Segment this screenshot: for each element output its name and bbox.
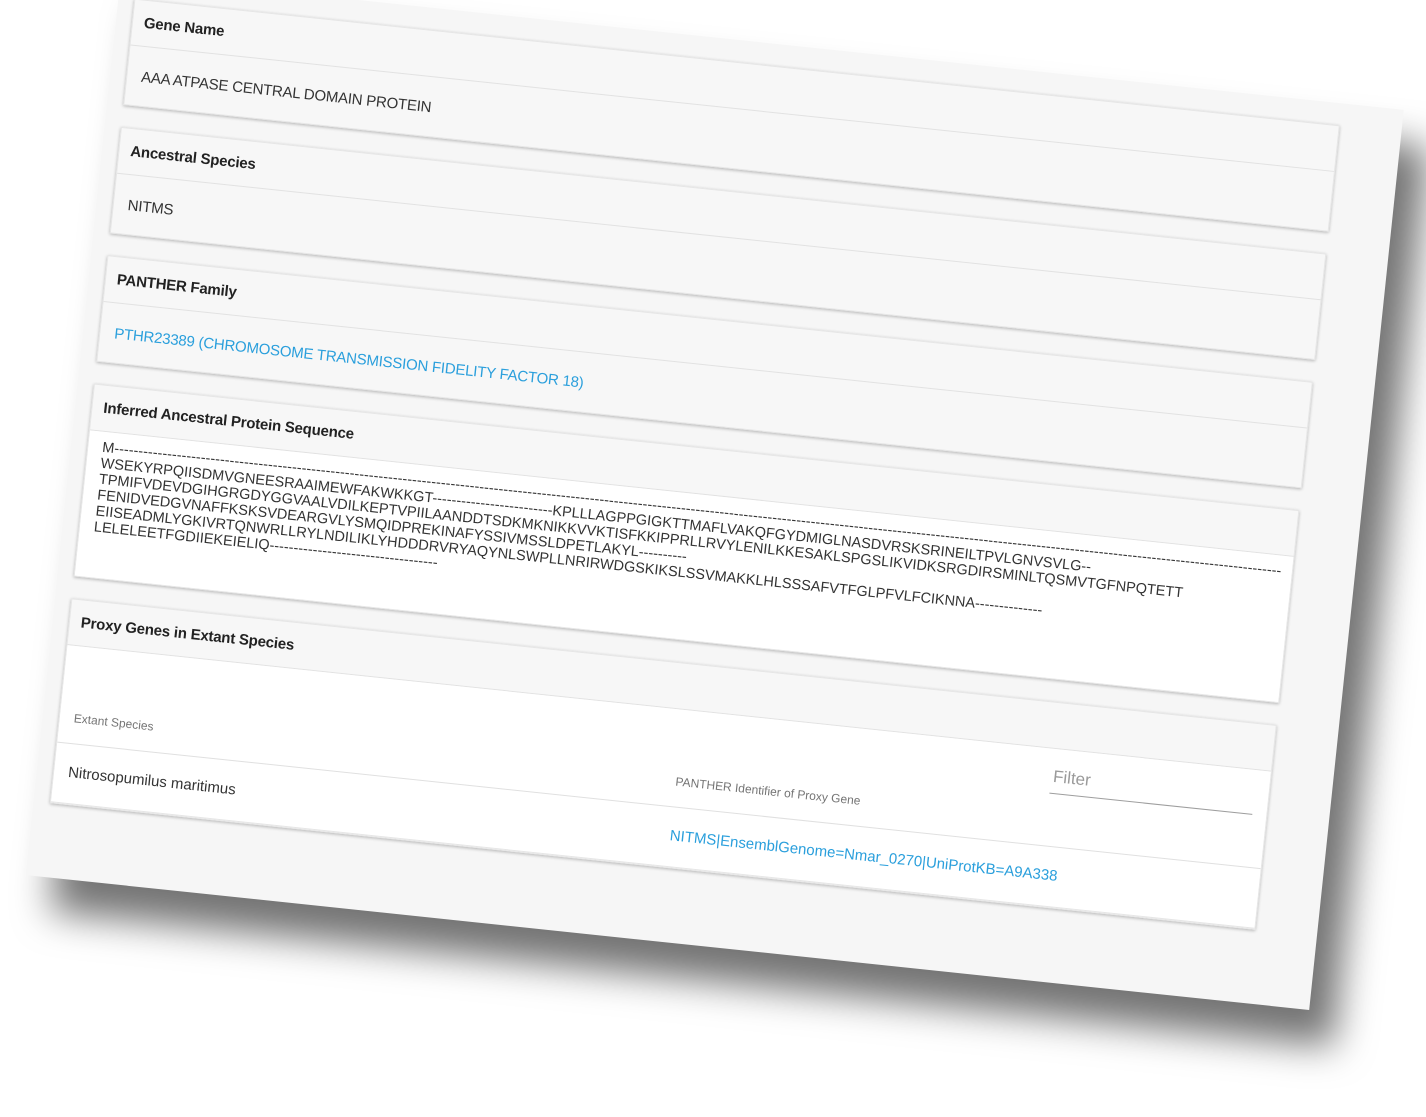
screenshot-stage: Gene Name AAA ATPASE CENTRAL DOMAIN PROT… [0, 0, 1426, 1117]
page-sheet: Gene Name AAA ATPASE CENTRAL DOMAIN PROT… [26, 0, 1404, 1010]
